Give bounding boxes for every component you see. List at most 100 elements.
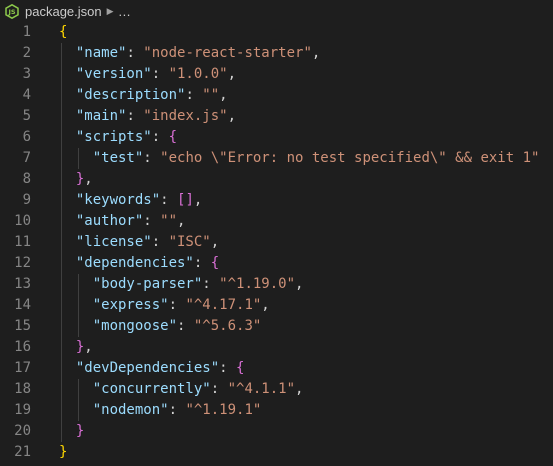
indent-guide: [77, 274, 79, 295]
code-token: :: [151, 66, 169, 82]
line-content: "scripts": {: [76, 127, 177, 148]
code-line[interactable]: 20}: [0, 421, 553, 442]
code-token: :: [219, 360, 237, 376]
chevron-right-icon: ▶: [106, 5, 114, 16]
code-token: {: [168, 129, 178, 145]
code-token: }: [75, 423, 85, 439]
code-line[interactable]: 14 "express": "^4.17.1",: [0, 295, 553, 316]
indent-guide: [61, 379, 62, 400]
code-line[interactable]: 21}: [0, 442, 553, 463]
code-token: :: [202, 276, 220, 292]
code-token: "index.js": [143, 108, 228, 124]
code-token: "dependencies": [75, 255, 194, 271]
line-number: 9: [22, 192, 31, 208]
indent-guide: [61, 337, 62, 358]
code-line[interactable]: 17 "devDependencies": {: [0, 358, 553, 379]
code-line[interactable]: 19 "nodemon": "^1.19.1": [0, 400, 553, 421]
nodejs-file-icon: JS: [4, 3, 20, 19]
breadcrumb-file-name[interactable]: package.json: [25, 4, 102, 19]
code-token: "1.0.0": [168, 66, 228, 82]
code-line[interactable]: 6 "scripts": {: [0, 127, 553, 148]
code-token: ]: [185, 192, 194, 208]
code-token: :: [151, 129, 169, 145]
line-number: 3: [22, 66, 31, 82]
code-token: "scripts": [75, 129, 152, 145]
code-line[interactable]: 9 "keywords": [],: [0, 190, 553, 211]
indent-guide: [61, 211, 62, 232]
line-number: 12: [14, 255, 31, 271]
code-token: "mongoose": [92, 318, 178, 334]
breadcrumb-ellipsis[interactable]: ...: [119, 4, 131, 19]
code-token: ,: [295, 381, 304, 397]
indent-guide: [77, 379, 79, 400]
code-token: {: [236, 360, 245, 376]
line-number: 15: [14, 318, 31, 334]
indent-guide: [61, 64, 62, 85]
code-token: "main": [75, 108, 127, 124]
code-line[interactable]: 7 "test": "echo \"Error: no test specifie…: [0, 148, 553, 169]
code-token: "nodemon": [92, 402, 169, 418]
line-content: "mongoose": "^5.6.3": [93, 316, 262, 337]
code-token: "keywords": [75, 192, 161, 208]
indent-guide: [61, 169, 62, 190]
code-line[interactable]: 2 "name": "node-react-starter",: [0, 43, 553, 64]
code-token: "^4.1.1": [227, 381, 296, 397]
line-number: 10: [14, 213, 31, 229]
line-number: 8: [22, 171, 31, 187]
indent-guide: [61, 127, 62, 148]
code-token: "test": [92, 150, 144, 166]
indent-guide: [61, 400, 62, 421]
code-token: "devDependencies": [75, 360, 220, 376]
line-content: {: [59, 22, 67, 43]
line-content: "devDependencies": {: [76, 358, 245, 379]
line-content: "license": "ISC",: [76, 232, 219, 253]
code-line[interactable]: 15 "mongoose": "^5.6.3": [0, 316, 553, 337]
line-content: "dependencies": {: [76, 253, 219, 274]
code-line[interactable]: 3 "version": "1.0.0",: [0, 64, 553, 85]
code-line[interactable]: 5 "main": "index.js",: [0, 106, 553, 127]
code-token: "^4.17.1": [185, 297, 262, 313]
indent-guide: [61, 190, 62, 211]
code-line[interactable]: 4 "description": "",: [0, 85, 553, 106]
code-token: :: [210, 381, 228, 397]
line-content: "keywords": [],: [76, 190, 202, 211]
code-token: "^1.19.1": [185, 402, 262, 418]
code-token: :: [126, 45, 144, 61]
code-token: ,: [311, 45, 321, 61]
code-token: ,: [227, 66, 237, 82]
line-number: 20: [14, 423, 31, 439]
line-number: 7: [22, 150, 31, 166]
code-line[interactable]: 1{: [0, 22, 553, 43]
code-line[interactable]: 16},: [0, 337, 553, 358]
indent-guide: [61, 232, 62, 253]
line-content: "author": "",: [76, 211, 186, 232]
line-content: "name": "node-react-starter",: [76, 43, 320, 64]
code-token: ,: [261, 297, 270, 313]
code-line[interactable]: 8},: [0, 169, 553, 190]
code-token: "^1.19.0": [219, 276, 296, 292]
line-content: "main": "index.js",: [76, 106, 236, 127]
code-editor[interactable]: JS package.json ▶ ... 1{2 "name": "node-r…: [0, 0, 553, 466]
indent-guide: [61, 421, 62, 442]
indent-guide: [77, 316, 79, 337]
code-token: ,: [177, 213, 186, 229]
line-content: "express": "^4.17.1",: [93, 295, 270, 316]
line-number: 17: [14, 360, 31, 376]
code-line[interactable]: 13 "body-parser": "^1.19.0",: [0, 274, 553, 295]
line-content: "test": "echo \"Error: no test specified…: [93, 148, 540, 169]
code-token: :: [151, 234, 169, 250]
code-line[interactable]: 18 "concurrently": "^4.1.1",: [0, 379, 553, 400]
code-token: :: [168, 297, 186, 313]
indent-guide: [61, 358, 62, 379]
line-content: "nodemon": "^1.19.1": [93, 400, 262, 421]
indent-guide: [61, 253, 62, 274]
breadcrumb[interactable]: JS package.json ▶ ...: [0, 0, 553, 22]
code-line[interactable]: 12 "dependencies": {: [0, 253, 553, 274]
line-number: 21: [14, 444, 31, 460]
code-token: :: [193, 255, 211, 271]
code-line[interactable]: 10 "author": "",: [0, 211, 553, 232]
code-area[interactable]: 1{2 "name": "node-react-starter", 3 "versio…: [0, 22, 553, 463]
code-token: "^5.6.3": [193, 318, 262, 334]
code-token: :: [168, 402, 186, 418]
code-line[interactable]: 11 "license": "ISC",: [0, 232, 553, 253]
